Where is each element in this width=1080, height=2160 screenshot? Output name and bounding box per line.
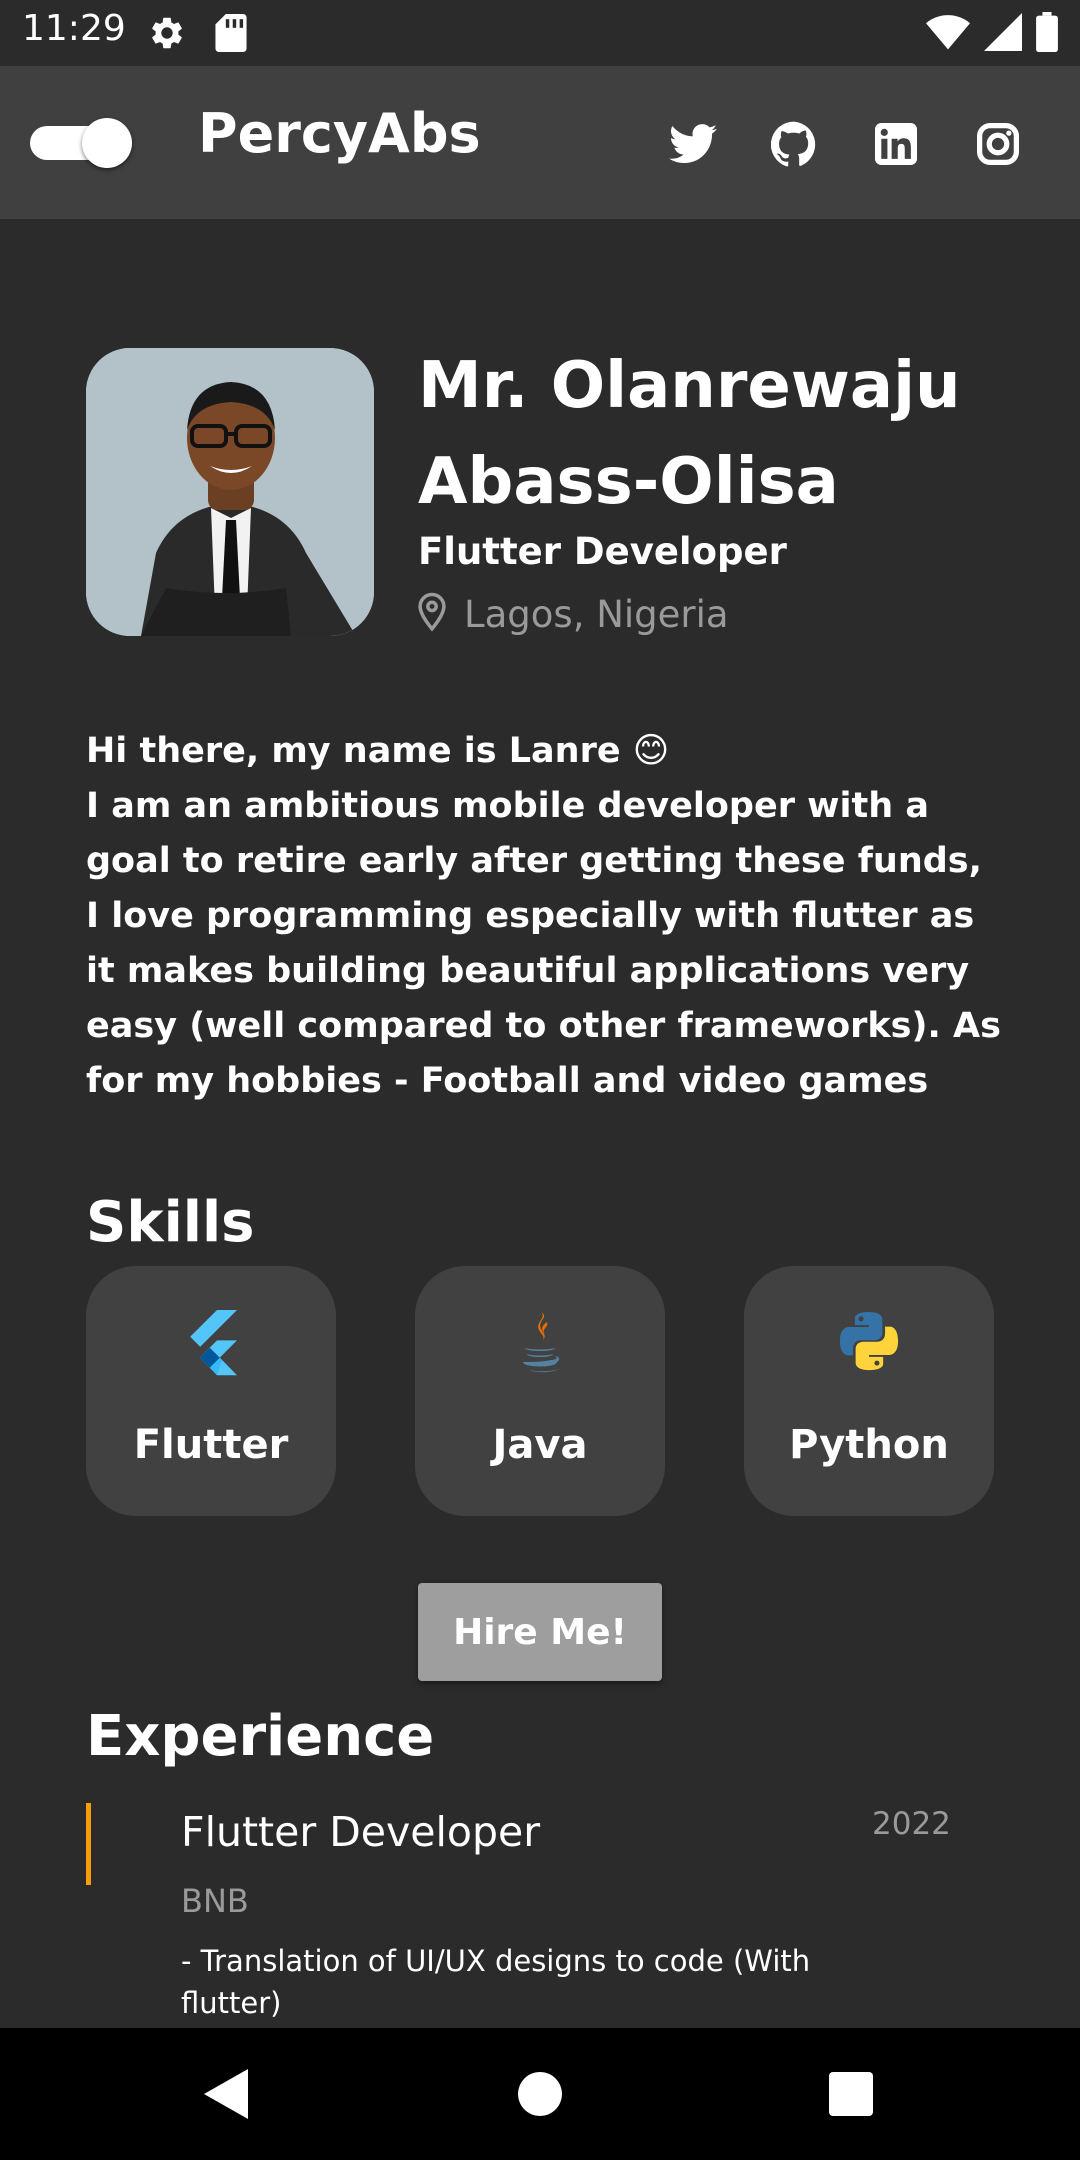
- location-text: Lagos, Nigeria: [464, 592, 729, 636]
- experience-title: Flutter Developer: [181, 1808, 541, 1856]
- profile-location: Lagos, Nigeria: [418, 592, 729, 636]
- experience-accent-bar: [86, 1803, 91, 1885]
- profile-photo: [86, 348, 374, 636]
- skills-heading: Skills: [86, 1190, 255, 1255]
- profile-role: Flutter Developer: [418, 530, 787, 573]
- system-nav-bar: [0, 2028, 1080, 2160]
- experience-description: - Translation of UI/UX designs to code (…: [181, 1944, 811, 2020]
- skill-label: Python: [789, 1422, 949, 1468]
- skill-card-java[interactable]: Java: [415, 1266, 665, 1516]
- app-title: PercyAbs: [198, 102, 481, 165]
- python-icon: [744, 1310, 994, 1372]
- sd-card-icon: [214, 14, 248, 56]
- signal-icon: [984, 13, 1022, 55]
- linkedin-icon[interactable]: [868, 116, 924, 172]
- profile-name: Mr. Olanrewaju Abass-Olisa: [418, 349, 961, 519]
- status-time: 11:29: [22, 8, 126, 49]
- hire-me-button[interactable]: Hire Me!: [418, 1583, 662, 1681]
- theme-toggle[interactable]: [30, 118, 132, 168]
- experience-year: 2022: [872, 1806, 951, 1842]
- recents-icon[interactable]: [820, 2063, 882, 2125]
- skill-label: Flutter: [133, 1422, 289, 1468]
- github-icon[interactable]: [766, 116, 822, 172]
- profile-bio: Hi there, my name is Lanre 😊 I am an amb…: [86, 731, 1001, 1101]
- home-icon[interactable]: [509, 2063, 571, 2125]
- experience-heading: Experience: [86, 1704, 435, 1769]
- skill-card-python[interactable]: Python: [744, 1266, 994, 1516]
- wifi-icon: [926, 13, 970, 55]
- skill-card-flutter[interactable]: Flutter: [86, 1266, 336, 1516]
- app-bar: PercyAbs: [0, 66, 1080, 219]
- flutter-icon: [86, 1310, 336, 1376]
- instagram-icon[interactable]: [970, 116, 1026, 172]
- back-icon[interactable]: [195, 2063, 257, 2125]
- status-bar: 11:29: [0, 0, 1080, 66]
- skill-label: Java: [492, 1422, 588, 1468]
- experience-company: BNB: [181, 1882, 249, 1920]
- location-pin-icon: [418, 592, 446, 636]
- toggle-knob: [82, 118, 132, 168]
- battery-icon: [1036, 12, 1058, 56]
- twitter-icon[interactable]: [665, 116, 721, 172]
- settings-icon: [148, 14, 186, 56]
- java-icon: [415, 1310, 665, 1376]
